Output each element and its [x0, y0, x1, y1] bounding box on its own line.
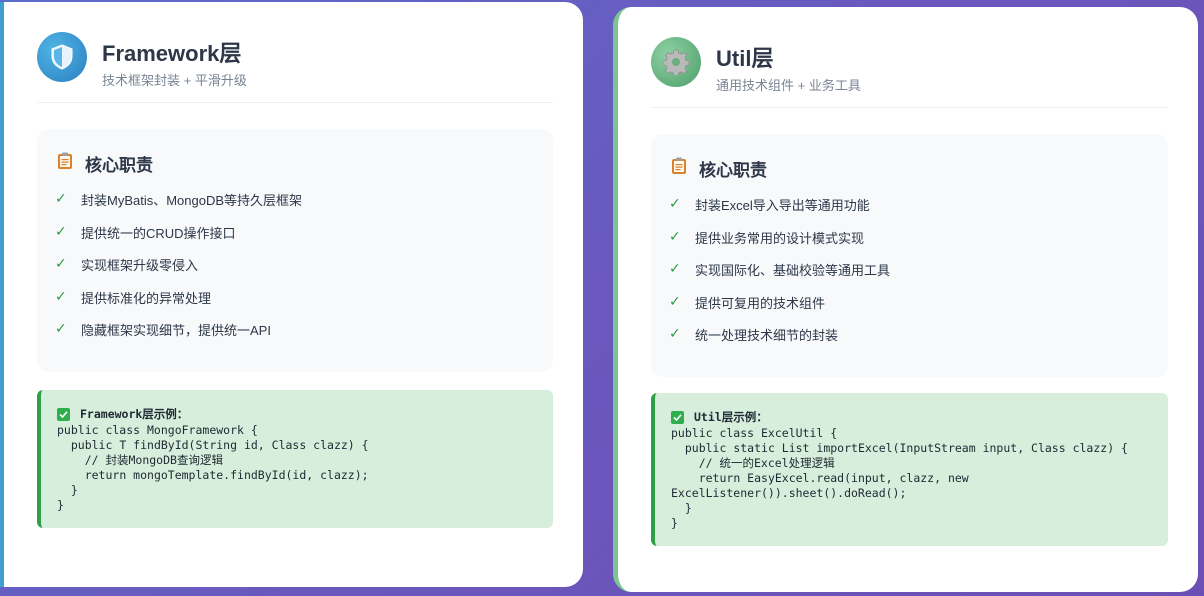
framework-header: Framework层 技术框架封装 + 平滑升级: [37, 32, 553, 103]
util-header: Util层 通用技术组件 + 业务工具: [651, 37, 1168, 108]
util-card: Util层 通用技术组件 + 业务工具 核心职责 ✓ 封装Excel导入导出等通用…: [613, 7, 1198, 592]
framework-responsibility-list: ✓ 封装MyBatis、MongoDB等持久层框架 ✓ 提供统一的CRUD操作接口 …: [55, 190, 543, 353]
list-item: ✓ 隐藏框架实现细节，提供统一API: [55, 320, 543, 353]
check-icon: ✓: [669, 292, 681, 309]
framework-responsibilities: 核心职责 ✓ 封装MyBatis、MongoDB等持久层框架 ✓ 提供统一的CRUD…: [37, 129, 553, 372]
framework-subtitle: 技术框架封装 + 平滑升级: [102, 73, 247, 88]
list-item-text: 提供统一的CRUD操作接口: [81, 225, 236, 241]
util-subtitle: 通用技术组件 + 业务工具: [716, 78, 861, 93]
list-item-text: 实现国际化、基础校验等通用工具: [695, 263, 891, 278]
list-item-text: 提供可复用的技术组件: [695, 295, 826, 311]
list-item-text: 实现框架升级零侵入: [81, 258, 199, 273]
framework-title: Framework层: [102, 41, 242, 66]
list-item: ✓ 统一处理技术细节的封装: [669, 325, 1158, 358]
list-item: ✓ 实现国际化、基础校验等通用工具: [669, 260, 1158, 293]
framework-responsibilities-title: 核心职责: [57, 151, 153, 176]
checkbox-checked-icon: [57, 407, 70, 421]
util-example-header: Util层示例：: [671, 409, 1152, 425]
util-example-title: Util层示例：: [694, 410, 768, 424]
util-example-code: public class ExcelUtil { public static L…: [671, 426, 1128, 530]
framework-example-title: Framework层示例：: [80, 407, 189, 421]
check-icon: ✓: [55, 320, 67, 336]
list-item-text: 封装Excel导入导出等通用功能: [695, 198, 870, 213]
check-icon: ✓: [55, 287, 67, 304]
util-responsibility-list: ✓ 封装Excel导入导出等通用功能 ✓ 提供业务常用的设计模式实现 ✓ 实现国际化、…: [669, 195, 1158, 358]
framework-example-header: Framework层示例：: [57, 406, 537, 422]
list-item-text: 封装MyBatis、MongoDB等持久层框架: [81, 193, 303, 208]
check-icon: ✓: [669, 227, 681, 244]
check-icon: ✓: [55, 255, 67, 271]
list-item-text: 提供业务常用的设计模式实现: [695, 230, 865, 246]
responsibilities-heading: 核心职责: [85, 156, 153, 175]
check-icon: ✓: [669, 260, 681, 276]
list-item-text: 隐藏框架实现细节，提供统一API: [81, 323, 271, 338]
list-item: ✓ 提供统一的CRUD操作接口: [55, 223, 543, 256]
check-icon: ✓: [55, 190, 67, 206]
framework-card: Framework层 技术框架封装 + 平滑升级 核心职责 ✓ 封装MyBatis…: [0, 2, 583, 587]
list-item: ✓ 提供标准化的异常处理: [55, 288, 543, 321]
list-item-text: 统一处理技术细节的封装: [695, 328, 839, 343]
responsibilities-heading: 核心职责: [699, 161, 767, 180]
util-title: Util层: [716, 46, 774, 71]
list-item: ✓ 封装Excel导入导出等通用功能: [669, 195, 1158, 228]
framework-example: Framework层示例： public class MongoFramewor…: [37, 390, 553, 528]
checkbox-checked-icon: [671, 410, 684, 424]
list-item: ✓ 实现框架升级零侵入: [55, 255, 543, 288]
clipboard-icon: [671, 157, 687, 180]
gear-icon: [651, 37, 701, 87]
shield-icon: [37, 32, 87, 82]
list-item: ✓ 提供可复用的技术组件: [669, 293, 1158, 326]
list-item: ✓ 封装MyBatis、MongoDB等持久层框架: [55, 190, 543, 223]
util-example: Util层示例： public class ExcelUtil { public…: [651, 393, 1168, 546]
util-responsibilities-title: 核心职责: [671, 156, 767, 181]
clipboard-icon: [57, 152, 73, 175]
util-responsibilities: 核心职责 ✓ 封装Excel导入导出等通用功能 ✓ 提供业务常用的设计模式实现 ✓ 实…: [651, 134, 1168, 377]
list-item: ✓ 提供业务常用的设计模式实现: [669, 228, 1158, 261]
check-icon: ✓: [55, 222, 67, 239]
list-item-text: 提供标准化的异常处理: [81, 290, 212, 306]
framework-example-code: public class MongoFramework { public T f…: [57, 423, 369, 512]
check-icon: ✓: [669, 325, 681, 341]
check-icon: ✓: [669, 195, 681, 211]
